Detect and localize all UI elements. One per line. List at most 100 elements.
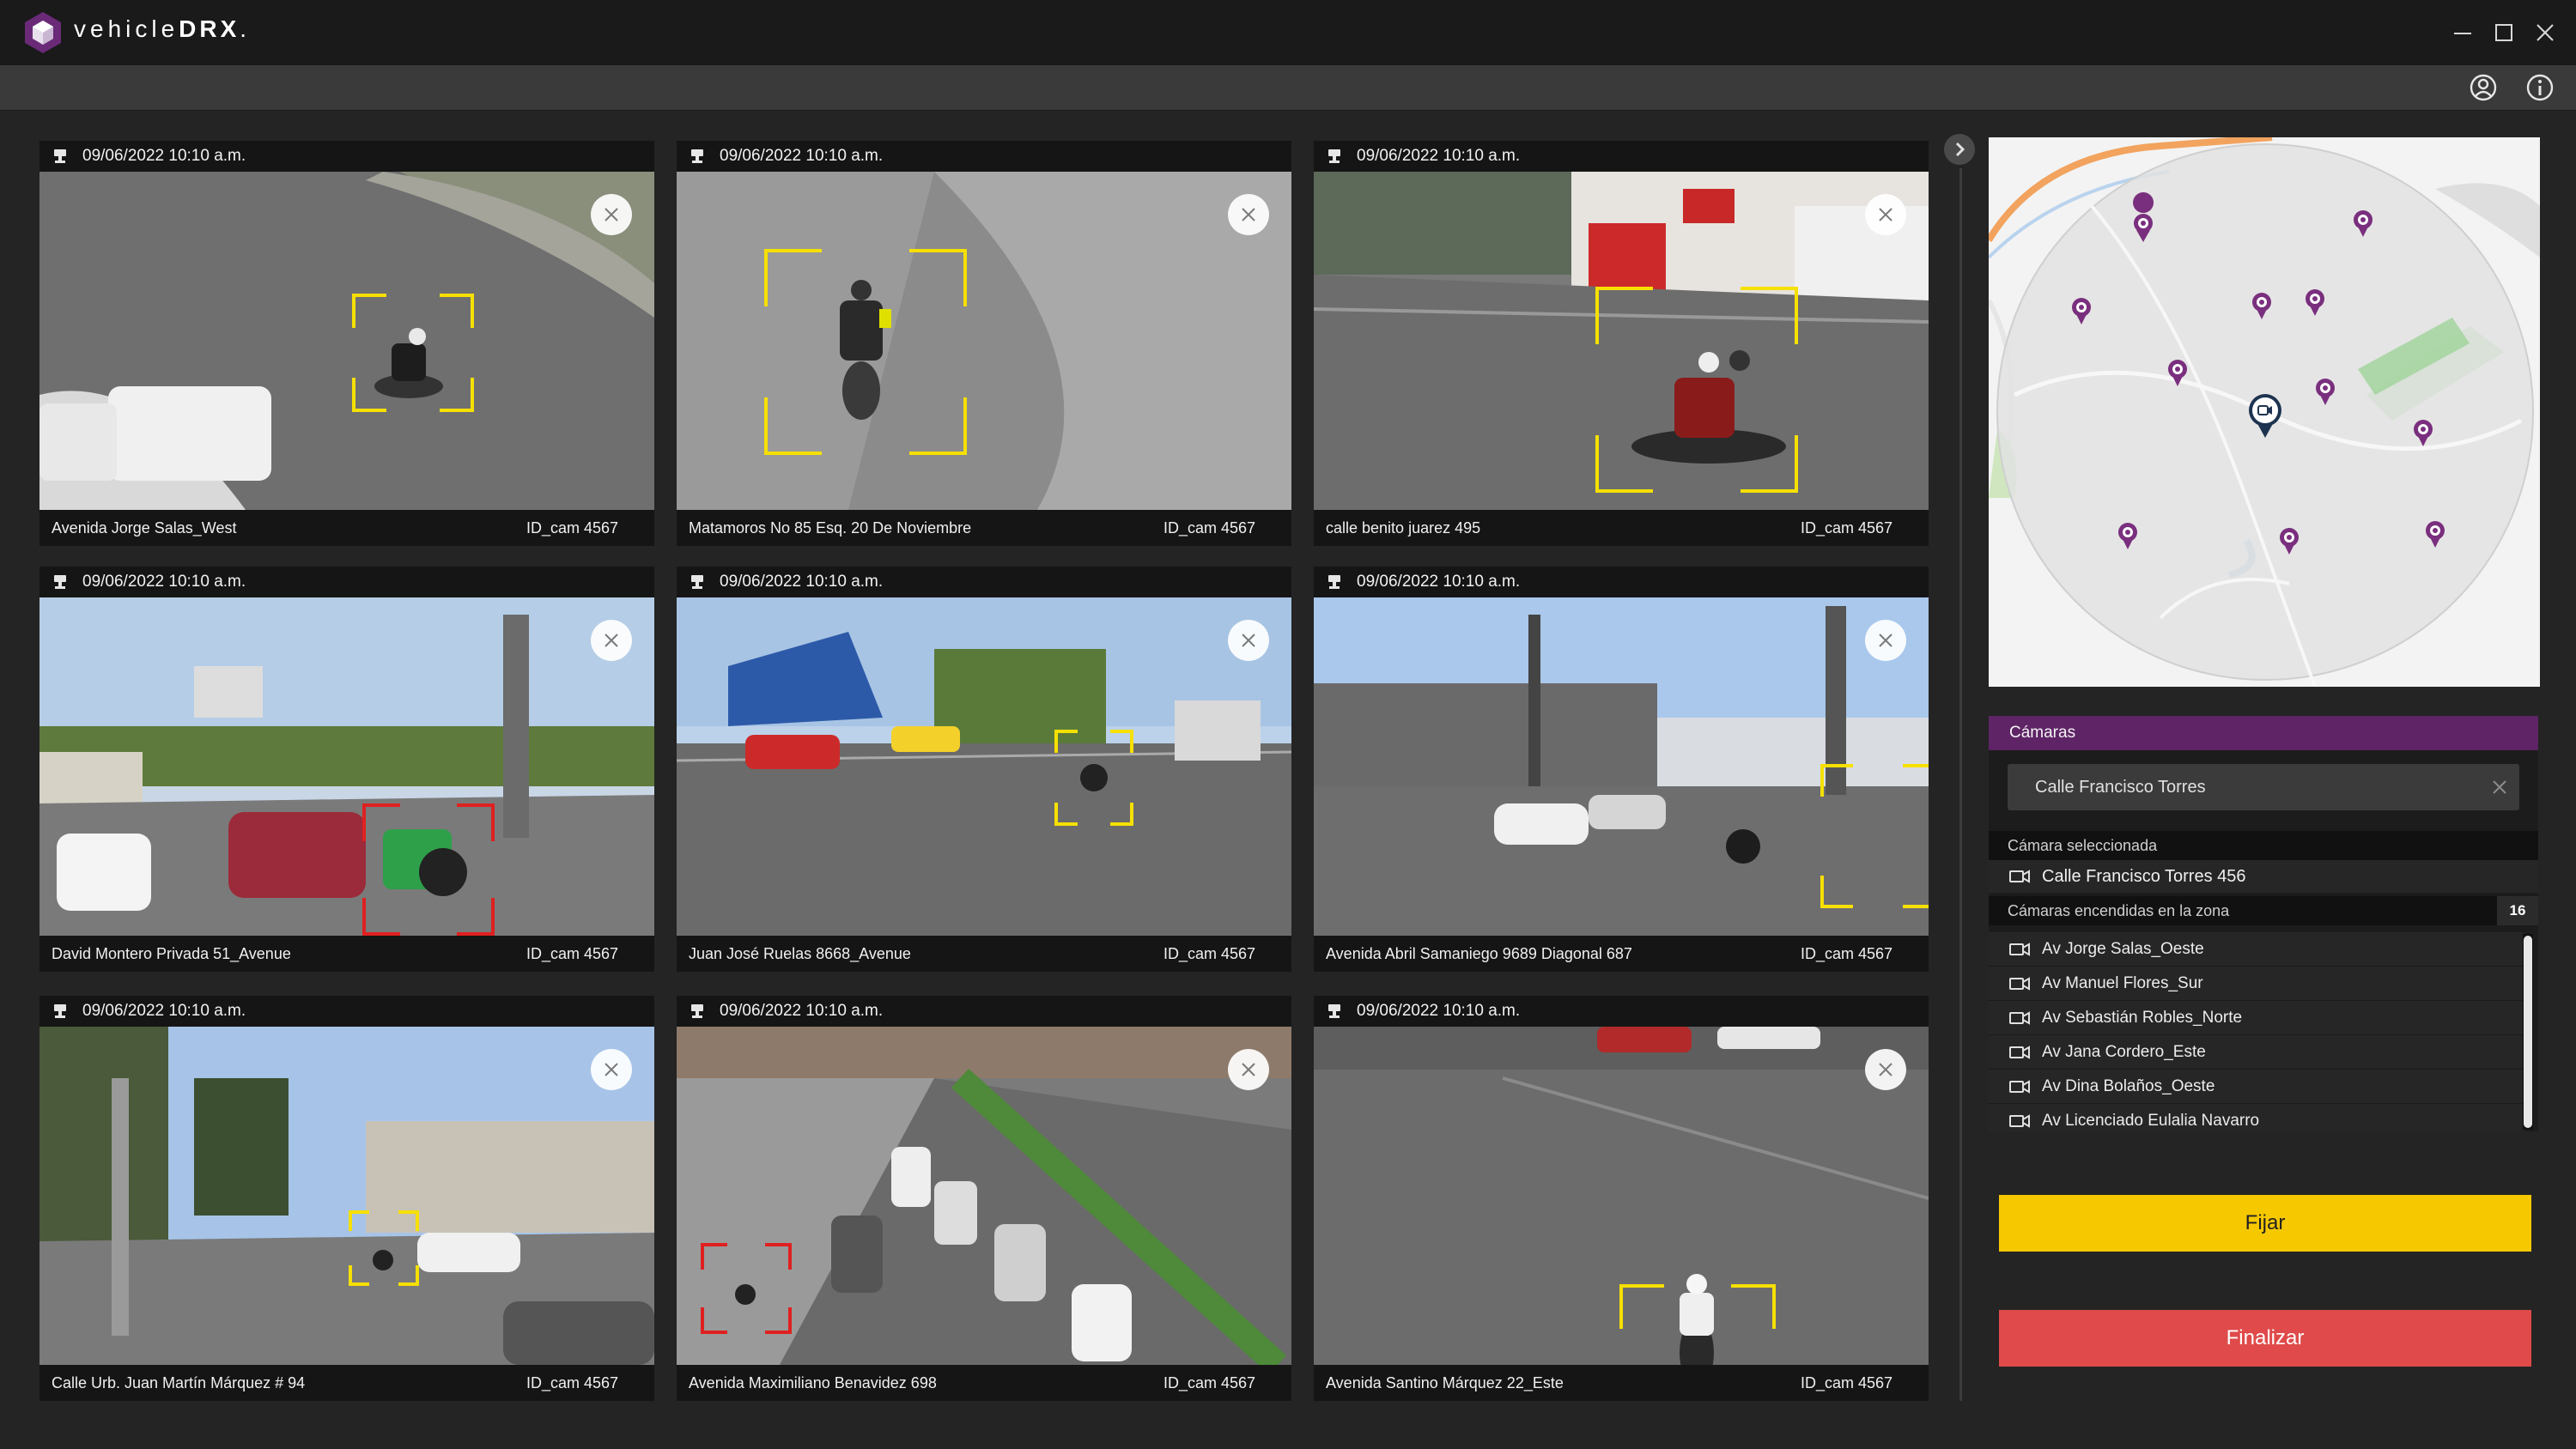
- list-scrollbar-thumb[interactable]: [2524, 936, 2532, 1128]
- selected-label-text: Cámara seleccionada: [2008, 836, 2158, 854]
- video-camera-icon: [2009, 976, 2030, 991]
- camera-location: Avenida Maximiliano Benavidez 698: [689, 1373, 937, 1391]
- camera-id: ID_cam 4567: [1163, 944, 1255, 962]
- tile-timestamp: 09/06/2022 10:10 a.m.: [1357, 147, 1521, 165]
- camera-id: ID_cam 4567: [1163, 1373, 1255, 1391]
- camera-feed[interactable]: [1314, 1027, 1929, 1365]
- close-icon: [1242, 208, 1255, 221]
- camera-location: calle benito juarez 495: [1326, 518, 1481, 537]
- feed-image: [39, 597, 654, 936]
- tile-footer: David Montero Privada 51_Avenue ID_cam 4…: [39, 936, 654, 972]
- camera-tile[interactable]: 09/06/2022 10:10 a.m. calle benito juare…: [1314, 141, 1929, 546]
- tile-timestamp: 09/06/2022 10:10 a.m.: [82, 1002, 246, 1020]
- detection-box: [352, 294, 474, 412]
- detection-box: [1054, 730, 1133, 826]
- camera-feed[interactable]: [677, 597, 1291, 936]
- camera-feed[interactable]: [39, 1027, 654, 1365]
- close-feed-button[interactable]: [1865, 194, 1906, 235]
- zone-cameras-label: Cámaras encendidas en la zona 16: [1989, 896, 2538, 925]
- tile-timestamp: 09/06/2022 10:10 a.m.: [1357, 573, 1521, 591]
- zone-camera-name: Av Dina Bolaños_Oeste: [2042, 1076, 2215, 1095]
- camera-id: ID_cam 4567: [526, 1373, 618, 1391]
- fijar-button[interactable]: Fijar: [1999, 1195, 2531, 1252]
- tile-header: 09/06/2022 10:10 a.m.: [1314, 567, 1929, 597]
- feed-image: [677, 597, 1291, 936]
- brand-bold: DRX: [179, 15, 240, 42]
- tile-header: 09/06/2022 10:10 a.m.: [677, 141, 1291, 172]
- detection-box: [701, 1243, 792, 1334]
- cameras-panel: Cámaras Cámara seleccionada Calle Franci…: [1989, 716, 2538, 1131]
- selected-camera-name: Calle Francisco Torres 456: [2042, 866, 2246, 886]
- camera-tile[interactable]: 09/06/2022 10:10 a.m. Matamoros No 85 Es…: [677, 141, 1291, 546]
- camera-feed[interactable]: [39, 597, 654, 936]
- tile-timestamp: 09/06/2022 10:10 a.m.: [720, 1002, 884, 1020]
- maximize-icon[interactable]: [2490, 19, 2518, 46]
- detection-corners: [349, 1210, 419, 1286]
- camera-feed[interactable]: [1314, 597, 1929, 936]
- camera-feed[interactable]: [1314, 172, 1929, 510]
- clear-search-icon[interactable]: [2490, 778, 2509, 797]
- zone-camera-item[interactable]: Av Sebastián Robles_Norte: [1989, 1001, 2524, 1035]
- close-feed-button[interactable]: [1228, 620, 1269, 661]
- camera-feed[interactable]: [39, 172, 654, 510]
- camera-id: ID_cam 4567: [1800, 944, 1893, 962]
- video-camera-icon: [2009, 1045, 2030, 1059]
- tile-footer: Calle Urb. Juan Martín Márquez # 94 ID_c…: [39, 1365, 654, 1401]
- info-icon[interactable]: [2524, 72, 2555, 103]
- detection-box: [362, 803, 495, 936]
- tile-header: 09/06/2022 10:10 a.m.: [677, 567, 1291, 597]
- camera-location: Calle Urb. Juan Martín Márquez # 94: [52, 1373, 306, 1391]
- tile-timestamp: 09/06/2022 10:10 a.m.: [1357, 1002, 1521, 1020]
- zone-camera-item[interactable]: Av Jorge Salas_Oeste: [1989, 932, 2524, 967]
- camera-tile[interactable]: 09/06/2022 10:10 a.m. David Montero Priv…: [39, 567, 654, 972]
- camera-tile[interactable]: 09/06/2022 10:10 a.m. Avenida Abril Sama…: [1314, 567, 1929, 972]
- close-feed-button[interactable]: [1865, 620, 1906, 661]
- cctv-camera-icon: [54, 149, 66, 163]
- brand-suffix: .: [240, 15, 252, 42]
- zone-camera-item[interactable]: Av Manuel Flores_Sur: [1989, 967, 2524, 1001]
- panel-divider: [1959, 168, 1962, 1401]
- camera-location: Juan José Ruelas 8668_Avenue: [689, 944, 911, 962]
- zone-camera-item[interactable]: Av Dina Bolaños_Oeste: [1989, 1070, 2524, 1104]
- chevron-right-icon[interactable]: [1944, 134, 1975, 165]
- close-feed-button[interactable]: [591, 1049, 632, 1090]
- zone-map[interactable]: [1989, 137, 2540, 687]
- close-feed-button[interactable]: [591, 194, 632, 235]
- tile-timestamp: 09/06/2022 10:10 a.m.: [720, 147, 884, 165]
- detection-corners: [362, 803, 495, 936]
- tile-header: 09/06/2022 10:10 a.m.: [39, 996, 654, 1027]
- title-bar: vehicleDRX.: [0, 0, 2576, 65]
- minimize-icon[interactable]: [2449, 19, 2476, 46]
- camera-feed[interactable]: [677, 172, 1291, 510]
- camera-tile[interactable]: 09/06/2022 10:10 a.m. Juan José Ruelas 8…: [677, 567, 1291, 972]
- close-icon: [605, 208, 618, 221]
- camera-tile[interactable]: 09/06/2022 10:10 a.m. Avenida Santino Má…: [1314, 996, 1929, 1401]
- close-icon: [1242, 1063, 1255, 1076]
- cctv-camera-icon: [1328, 149, 1340, 163]
- camera-location: Avenida Santino Márquez 22_Este: [1326, 1373, 1564, 1391]
- zone-camera-item[interactable]: Av Jana Cordero_Este: [1989, 1035, 2524, 1070]
- cctv-camera-icon: [54, 575, 66, 589]
- close-feed-button[interactable]: [1865, 1049, 1906, 1090]
- zone-camera-name: Av Jorge Salas_Oeste: [2042, 939, 2204, 958]
- tile-footer: Juan José Ruelas 8668_Avenue ID_cam 4567: [677, 936, 1291, 972]
- close-feed-button[interactable]: [1228, 1049, 1269, 1090]
- close-icon[interactable]: [2531, 19, 2559, 46]
- zone-camera-item[interactable]: Av Licenciado Eulalia Navarro: [1989, 1104, 2524, 1131]
- zone-camera-name: Av Licenciado Eulalia Navarro: [2042, 1111, 2260, 1130]
- camera-tile[interactable]: 09/06/2022 10:10 a.m. Avenida Jorge Sala…: [39, 141, 654, 546]
- camera-tile[interactable]: 09/06/2022 10:10 a.m. Avenida Maximilian…: [677, 996, 1291, 1401]
- close-feed-button[interactable]: [1228, 194, 1269, 235]
- finalizar-button[interactable]: Finalizar: [1999, 1310, 2531, 1367]
- detection-corners: [1595, 287, 1798, 493]
- tile-footer: Avenida Santino Márquez 22_Este ID_cam 4…: [1314, 1365, 1929, 1401]
- selected-camera-row[interactable]: Calle Francisco Torres 456: [1989, 860, 2538, 893]
- camera-tile[interactable]: 09/06/2022 10:10 a.m. Calle Urb. Juan Ma…: [39, 996, 654, 1401]
- video-camera-icon: [2009, 1079, 2030, 1094]
- camera-feed[interactable]: [677, 1027, 1291, 1365]
- cctv-camera-icon: [54, 1004, 66, 1018]
- camera-search-input[interactable]: [2008, 764, 2519, 810]
- camera-location: Avenida Jorge Salas_West: [52, 518, 237, 537]
- close-feed-button[interactable]: [591, 620, 632, 661]
- user-icon[interactable]: [2468, 72, 2499, 103]
